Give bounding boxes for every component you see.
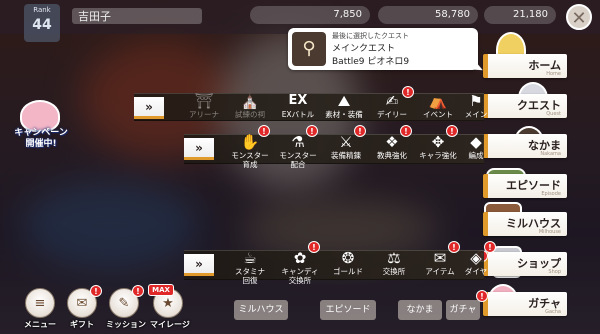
shop-item-gold[interactable]: ❂ ゴールド — [324, 249, 372, 276]
shop-item-diamond[interactable]: ◈ ダイヤ ! — [452, 241, 500, 276]
monster-train-badge: ! — [258, 125, 270, 137]
event-icon: ⛺ — [428, 92, 448, 110]
bottom-tab-gacha[interactable]: ガチャ — [446, 300, 480, 320]
tooltip-caption: 最後に選択したクエスト — [332, 32, 409, 40]
monster-train-icon: ✋ — [240, 133, 260, 151]
shop-item-exchange[interactable]: ⚖ 交換所 — [370, 249, 418, 276]
nakama-row-arrow-icon[interactable]: » — [184, 138, 214, 160]
diamond-counter: 21,180 — [484, 6, 556, 24]
nakama-item-monster-fuse[interactable]: ⚗ モンスター 配合 ! — [274, 125, 322, 169]
exchange-scale-icon: ⚖ — [387, 249, 401, 267]
campaign-line1: キャンペーン — [14, 128, 68, 138]
shop-submenu-row: » ☕ スタミナ 回復 ✿ キャンディ 交換所 ! ❂ ゴールド ⚖ 交換所 ✉… — [184, 241, 496, 285]
monster-fuse-badge: ! — [306, 125, 318, 137]
shrine-icon: ⛪ — [240, 92, 260, 110]
rank-box: Rank 44 — [24, 4, 60, 42]
mission-button[interactable]: ✎ ミッション ! — [106, 285, 146, 330]
scripture-badge: ! — [400, 125, 412, 137]
formation-icon: ◆ — [470, 133, 482, 151]
quest-row-arrow-icon[interactable]: » — [134, 97, 164, 119]
quest-broom-icon: ⚲ — [292, 32, 326, 66]
nav-home[interactable]: ホーム Home — [483, 54, 567, 78]
stamina-icon: ☕ — [243, 249, 257, 267]
gold-counter: 58,780 — [378, 6, 478, 24]
tooltip-subtitle: Battle9 ピオネロ9 — [332, 57, 410, 67]
quest-item-daily[interactable]: ✍ デイリー ! — [368, 86, 416, 119]
ex-battle-icon: EX — [288, 93, 308, 108]
mileage-button[interactable]: ★ マイレージ MAX — [148, 284, 190, 330]
nakama-item-monster-train[interactable]: ✋ モンスター 育成 ! — [226, 125, 274, 169]
material-icon: ⛰ — [337, 92, 351, 110]
nav-gacha[interactable]: ガチャ Gacha — [483, 292, 567, 316]
last-quest-tooltip[interactable]: ⚲ 最後に選択したクエスト メインクエスト Battle9 ピオネロ9 — [288, 28, 478, 70]
diamond-icon: ◈ — [470, 249, 482, 267]
bottom-tab-episode[interactable]: エピソード — [320, 300, 376, 320]
quest-item-shrine[interactable]: ⛪ 試練の祠 — [226, 92, 274, 119]
monster-fuse-icon: ⚗ — [291, 133, 305, 151]
campaign-banner[interactable]: キャンペーン 開催中! — [10, 100, 72, 158]
gift-button[interactable]: ✉ ギフト ! — [64, 285, 102, 330]
quest-item-main[interactable]: ⚑ メイン — [452, 92, 500, 119]
nav-episode[interactable]: エピソード Episode — [483, 174, 567, 198]
nav-milhouse[interactable]: ミルハウス Milhouse — [483, 212, 567, 236]
shop-row-arrow-icon[interactable]: » — [184, 254, 214, 276]
quest-submenu-row: » ⛩ アリーナ ⛪ 試練の祠 EX EXバトル ⛰ 素材・装備 ✍ デイリー … — [134, 86, 487, 121]
equip-refine-icon: ⚔ — [339, 133, 353, 151]
shop-item-candy-exchange[interactable]: ✿ キャンディ 交換所 ! — [276, 241, 324, 285]
bottom-tab-milhouse[interactable]: ミルハウス — [234, 300, 288, 320]
tooltip-title: メインクエスト — [332, 44, 396, 54]
equip-refine-badge: ! — [354, 125, 366, 137]
mileage-max-badge: MAX — [148, 284, 174, 296]
quest-item-arena[interactable]: ⛩ アリーナ — [180, 92, 228, 119]
nakama-item-formation[interactable]: ◆ 編成 — [452, 133, 500, 160]
menu-icon: ≡ — [25, 288, 55, 318]
nakama-item-equip-refine[interactable]: ⚔ 装備精錬 ! — [322, 125, 370, 160]
scripture-icon: ❖ — [385, 133, 399, 151]
close-icon[interactable]: ✕ — [566, 4, 592, 30]
gold-icon: ❂ — [341, 249, 355, 267]
arena-icon: ⛩ — [194, 92, 214, 110]
daily-badge: ! — [402, 86, 414, 98]
rank-label: Rank — [33, 6, 51, 14]
nakama-submenu-row: » ✋ モンスター 育成 ! ⚗ モンスター 配合 ! ⚔ 装備精錬 ! ❖ 教… — [184, 125, 484, 169]
player-name: 吉田子 — [72, 8, 202, 24]
candy-exchange-icon: ✿ — [293, 249, 307, 267]
quest-item-material[interactable]: ⛰ 素材・装備 — [320, 92, 368, 119]
quest-item-ex-battle[interactable]: EX EXバトル — [274, 92, 322, 119]
item-bag-icon: ✉ — [433, 249, 447, 267]
main-flag-icon: ⚑ — [469, 92, 483, 110]
bottom-tab-nakama[interactable]: なかま — [398, 300, 442, 320]
chara-enhance-icon: ✥ — [431, 133, 445, 151]
menu-button[interactable]: ≡ メニュー — [22, 288, 58, 330]
candy-exchange-badge: ! — [308, 241, 320, 253]
gift-badge: ! — [90, 285, 102, 297]
campaign-line2: 開催中! — [25, 139, 57, 149]
diamond-badge: ! — [484, 241, 496, 253]
mission-badge: ! — [132, 285, 144, 297]
shop-item-stamina[interactable]: ☕ スタミナ 回復 — [226, 249, 274, 285]
stamina-counter: 7,850 — [250, 6, 370, 24]
daily-icon: ✍ — [385, 92, 399, 110]
nakama-item-scripture[interactable]: ❖ 教典強化 ! — [368, 125, 416, 160]
rank-value: 44 — [32, 17, 52, 33]
